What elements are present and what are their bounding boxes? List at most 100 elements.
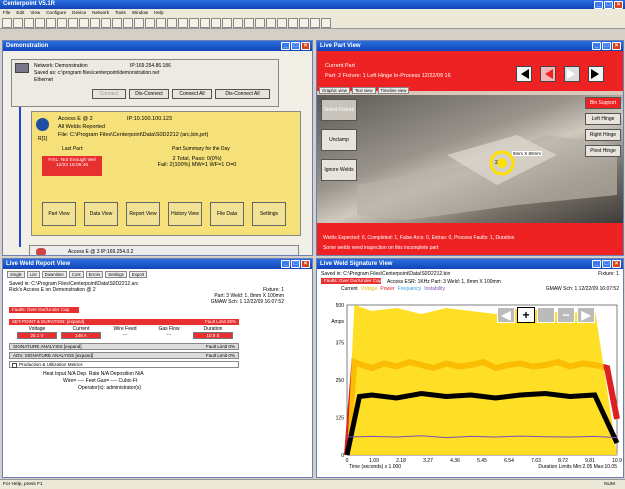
close-icon[interactable]: × — [301, 260, 310, 268]
first-part-button[interactable] — [516, 66, 532, 82]
window-icon[interactable] — [178, 18, 188, 28]
maximize-icon[interactable]: □ — [291, 42, 300, 50]
next-part-button[interactable] — [564, 66, 580, 82]
print-icon[interactable] — [35, 18, 45, 28]
close-icon[interactable]: × — [301, 42, 310, 50]
close-icon[interactable]: × — [614, 1, 623, 9]
part-left-button-0[interactable]: Select Fixture — [321, 99, 357, 121]
menu-help[interactable]: Help — [154, 9, 163, 17]
report-tab-0[interactable]: Single — [7, 271, 25, 278]
minimize-icon[interactable]: _ — [594, 1, 603, 9]
left-icon[interactable] — [90, 18, 100, 28]
part-right-button-2[interactable]: Right Hinge — [585, 129, 621, 141]
up-icon[interactable] — [277, 18, 287, 28]
zoom-icon[interactable] — [145, 18, 155, 28]
connect-button[interactable]: Connect — [92, 89, 126, 99]
up-icon[interactable] — [255, 18, 265, 28]
list-icon[interactable] — [167, 18, 177, 28]
menu-view[interactable]: View — [30, 9, 40, 17]
report-tab-1[interactable]: List — [26, 271, 40, 278]
report-tab-5[interactable]: Settings — [105, 271, 127, 278]
close-icon[interactable]: × — [612, 42, 621, 50]
minimize-icon[interactable]: _ — [281, 42, 290, 50]
maximize-icon[interactable]: □ — [602, 260, 611, 268]
maximize-icon[interactable]: □ — [291, 260, 300, 268]
menu-file[interactable]: File — [3, 9, 10, 17]
setpoint-bar[interactable]: SET-POINT & DURATION: [expand] Fault Limi… — [9, 319, 239, 325]
part-tab-0[interactable]: Graphic view — [319, 87, 350, 94]
right-icon[interactable] — [123, 18, 133, 28]
zoom-out-button[interactable]: − — [557, 307, 575, 323]
chart-icon[interactable] — [57, 18, 67, 28]
pan-right-button[interactable]: ▶ — [577, 307, 595, 323]
view-button-2[interactable]: Report View — [126, 202, 160, 226]
zoom-reset-button[interactable] — [537, 307, 555, 323]
open-icon[interactable] — [13, 18, 23, 28]
checkbox-icon[interactable] — [12, 362, 17, 368]
legend-instability[interactable]: Instability — [424, 286, 445, 292]
zoom-icon[interactable] — [156, 18, 166, 28]
weld-icon[interactable] — [211, 18, 221, 28]
legend-power[interactable]: Power — [380, 286, 394, 292]
part-right-button-1[interactable]: Left Hinge — [585, 113, 621, 125]
weld-marker-number[interactable]: 2 — [495, 160, 498, 166]
last-part-status[interactable]: FAIL: Not Enough Wel 12/22 16:06:46 — [42, 156, 102, 176]
up-icon[interactable] — [266, 18, 276, 28]
signature-bar[interactable]: SIGNATURE ANALYSIS [expand] Fault Limit 0… — [9, 343, 239, 350]
menu-tools[interactable]: Tools — [115, 9, 126, 17]
report-tab-6[interactable]: Export — [128, 271, 148, 278]
last-part-button[interactable] — [588, 66, 604, 82]
menu-device[interactable]: Device — [72, 9, 86, 17]
maximize-icon[interactable]: □ — [604, 1, 613, 9]
close-icon[interactable]: × — [612, 260, 621, 268]
minimize-icon[interactable]: _ — [592, 42, 601, 50]
left-icon[interactable] — [79, 18, 89, 28]
down-icon[interactable] — [244, 18, 254, 28]
part-tab-1[interactable]: Text view — [351, 87, 376, 94]
zoom-in-button[interactable]: + — [517, 307, 535, 323]
right-icon[interactable] — [134, 18, 144, 28]
pan-left-button[interactable]: ◀ — [497, 307, 515, 323]
minimize-icon[interactable]: _ — [281, 260, 290, 268]
prev-part-button[interactable] — [540, 66, 556, 82]
report-tab-4[interactable]: Errors — [85, 271, 104, 278]
up-icon[interactable] — [288, 18, 298, 28]
legend-frequency[interactable]: Frequency — [398, 286, 422, 292]
part-tab-2[interactable]: Timeline view — [377, 87, 410, 94]
maximize-icon[interactable]: □ — [602, 42, 611, 50]
up-icon[interactable] — [299, 18, 309, 28]
save-icon[interactable] — [310, 18, 320, 28]
menu-configure[interactable]: Configure — [46, 9, 66, 17]
part-left-button-1[interactable]: Unclamp — [321, 129, 357, 151]
legend-voltage[interactable]: Voltage — [361, 286, 378, 292]
menu-edit[interactable]: Edit — [16, 9, 24, 17]
menu-window[interactable]: Window — [132, 9, 148, 17]
menu-network[interactable]: Network — [92, 9, 109, 17]
legend-current[interactable]: Current — [341, 286, 358, 292]
adv-signature-bar[interactable]: ADV. SIGNATURE ANALYSIS [expand] Fault Li… — [9, 352, 239, 359]
right-icon[interactable] — [101, 18, 111, 28]
save-icon[interactable] — [24, 18, 34, 28]
part-right-button-3[interactable]: Pivot Hinge — [585, 145, 621, 157]
window-icon[interactable] — [189, 18, 199, 28]
new-icon[interactable] — [2, 18, 12, 28]
production-bar[interactable]: Production & Utilization Metrics — [9, 361, 239, 368]
report-tab-3[interactable]: Cost — [68, 271, 84, 278]
connect-all-button[interactable]: Connect All — [172, 89, 212, 99]
disconnect-all-button[interactable]: Dis-Connect All — [215, 89, 270, 99]
part-right-button-0[interactable]: Bin Support — [585, 97, 621, 109]
view-button-3[interactable]: History View — [168, 202, 202, 226]
help-icon[interactable] — [200, 18, 210, 28]
view-button-0[interactable]: Part View — [42, 202, 76, 226]
part-left-button-2[interactable]: Ignore Welds — [321, 159, 357, 181]
minimize-icon[interactable]: _ — [592, 260, 601, 268]
grid-icon[interactable] — [46, 18, 56, 28]
down-icon[interactable] — [233, 18, 243, 28]
disk-icon[interactable] — [321, 18, 331, 28]
report-tab-2[interactable]: Downtime — [41, 271, 67, 278]
left-icon[interactable] — [68, 18, 78, 28]
view-button-4[interactable]: File Data — [210, 202, 244, 226]
right-icon[interactable] — [112, 18, 122, 28]
disconnect-button[interactable]: Dis-Connect — [129, 89, 169, 99]
view-button-1[interactable]: Data View — [84, 202, 118, 226]
